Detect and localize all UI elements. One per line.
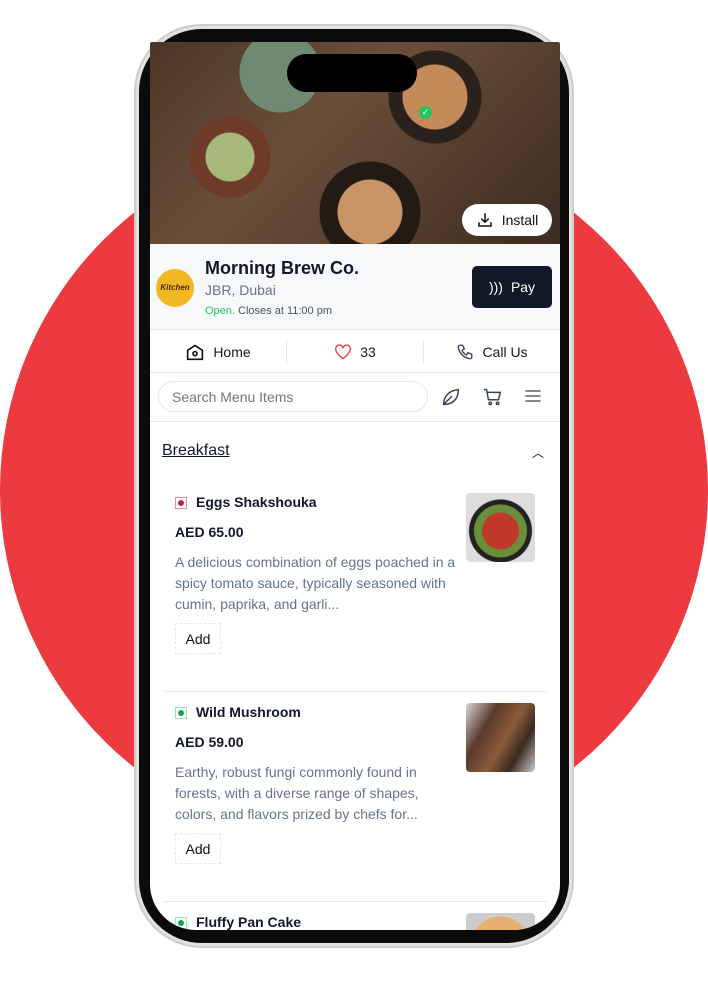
item-description: A delicious combination of eggs poached … bbox=[175, 554, 456, 612]
item-name: Wild Mushroom bbox=[196, 704, 301, 720]
menu-item: Wild Mushroom AED 59.00 Earthy, robust f… bbox=[163, 692, 547, 902]
opening-hours: Open. Closes at 11:00 pm bbox=[205, 305, 332, 317]
menu-item: Fluffy Pan Cake bbox=[163, 902, 547, 930]
add-button[interactable]: Add bbox=[175, 623, 221, 654]
closing-time: Closes at 11:00 pm bbox=[238, 305, 332, 317]
call-label: Call Us bbox=[482, 343, 528, 360]
item-image bbox=[466, 703, 535, 772]
leaf-icon[interactable] bbox=[440, 386, 462, 408]
item-price: AED 59.00 bbox=[175, 734, 244, 750]
phone-icon bbox=[458, 344, 473, 359]
dynamic-island bbox=[287, 54, 417, 92]
non-veg-icon bbox=[175, 497, 187, 509]
add-button[interactable]: Add bbox=[175, 833, 221, 864]
likes-count: 33 bbox=[360, 343, 376, 360]
verified-icon: ✓ bbox=[419, 106, 432, 119]
item-image bbox=[466, 913, 535, 930]
restaurant-logo: Kitchen bbox=[156, 269, 194, 307]
item-description: Earthy, robust fungi commonly found in f… bbox=[175, 764, 419, 822]
phone-screen: ✓ Install Kitchen Morning Brew Co. JBR, … bbox=[150, 42, 560, 930]
download-icon bbox=[477, 213, 492, 227]
search-row bbox=[150, 374, 560, 422]
item-price: AED 65.00 bbox=[175, 524, 244, 540]
cart-icon[interactable] bbox=[482, 386, 504, 408]
veg-icon bbox=[175, 917, 187, 929]
category-title[interactable]: Breakfast bbox=[162, 442, 230, 460]
search-input[interactable] bbox=[158, 381, 428, 412]
contactless-icon: ))) bbox=[488, 279, 503, 295]
like-button[interactable]: 33 bbox=[286, 339, 423, 364]
veg-icon bbox=[175, 707, 187, 719]
call-button[interactable]: Call Us bbox=[423, 339, 560, 364]
open-status: Open. bbox=[205, 305, 235, 317]
install-label: Install bbox=[501, 212, 539, 228]
chevron-up-icon[interactable]: ︿ bbox=[532, 444, 544, 461]
home-button[interactable]: Home bbox=[150, 340, 286, 364]
pay-label: Pay bbox=[510, 279, 536, 295]
restaurant-location: JBR, Dubai bbox=[205, 282, 276, 298]
pay-button[interactable]: ))) Pay bbox=[472, 266, 552, 308]
home-icon bbox=[187, 343, 204, 360]
install-button[interactable]: Install bbox=[462, 204, 552, 236]
item-name: Fluffy Pan Cake bbox=[196, 914, 302, 930]
restaurant-name: Morning Brew Co. bbox=[205, 258, 359, 278]
menu-item: Eggs Shakshouka AED 65.00 A delicious co… bbox=[163, 482, 547, 692]
item-name: Eggs Shakshouka bbox=[196, 494, 317, 510]
action-bar: Home 33 Call Us bbox=[150, 331, 560, 373]
menu-icon[interactable] bbox=[523, 386, 543, 406]
item-image bbox=[466, 493, 535, 562]
home-label: Home bbox=[213, 343, 251, 360]
heart-icon bbox=[335, 343, 352, 359]
